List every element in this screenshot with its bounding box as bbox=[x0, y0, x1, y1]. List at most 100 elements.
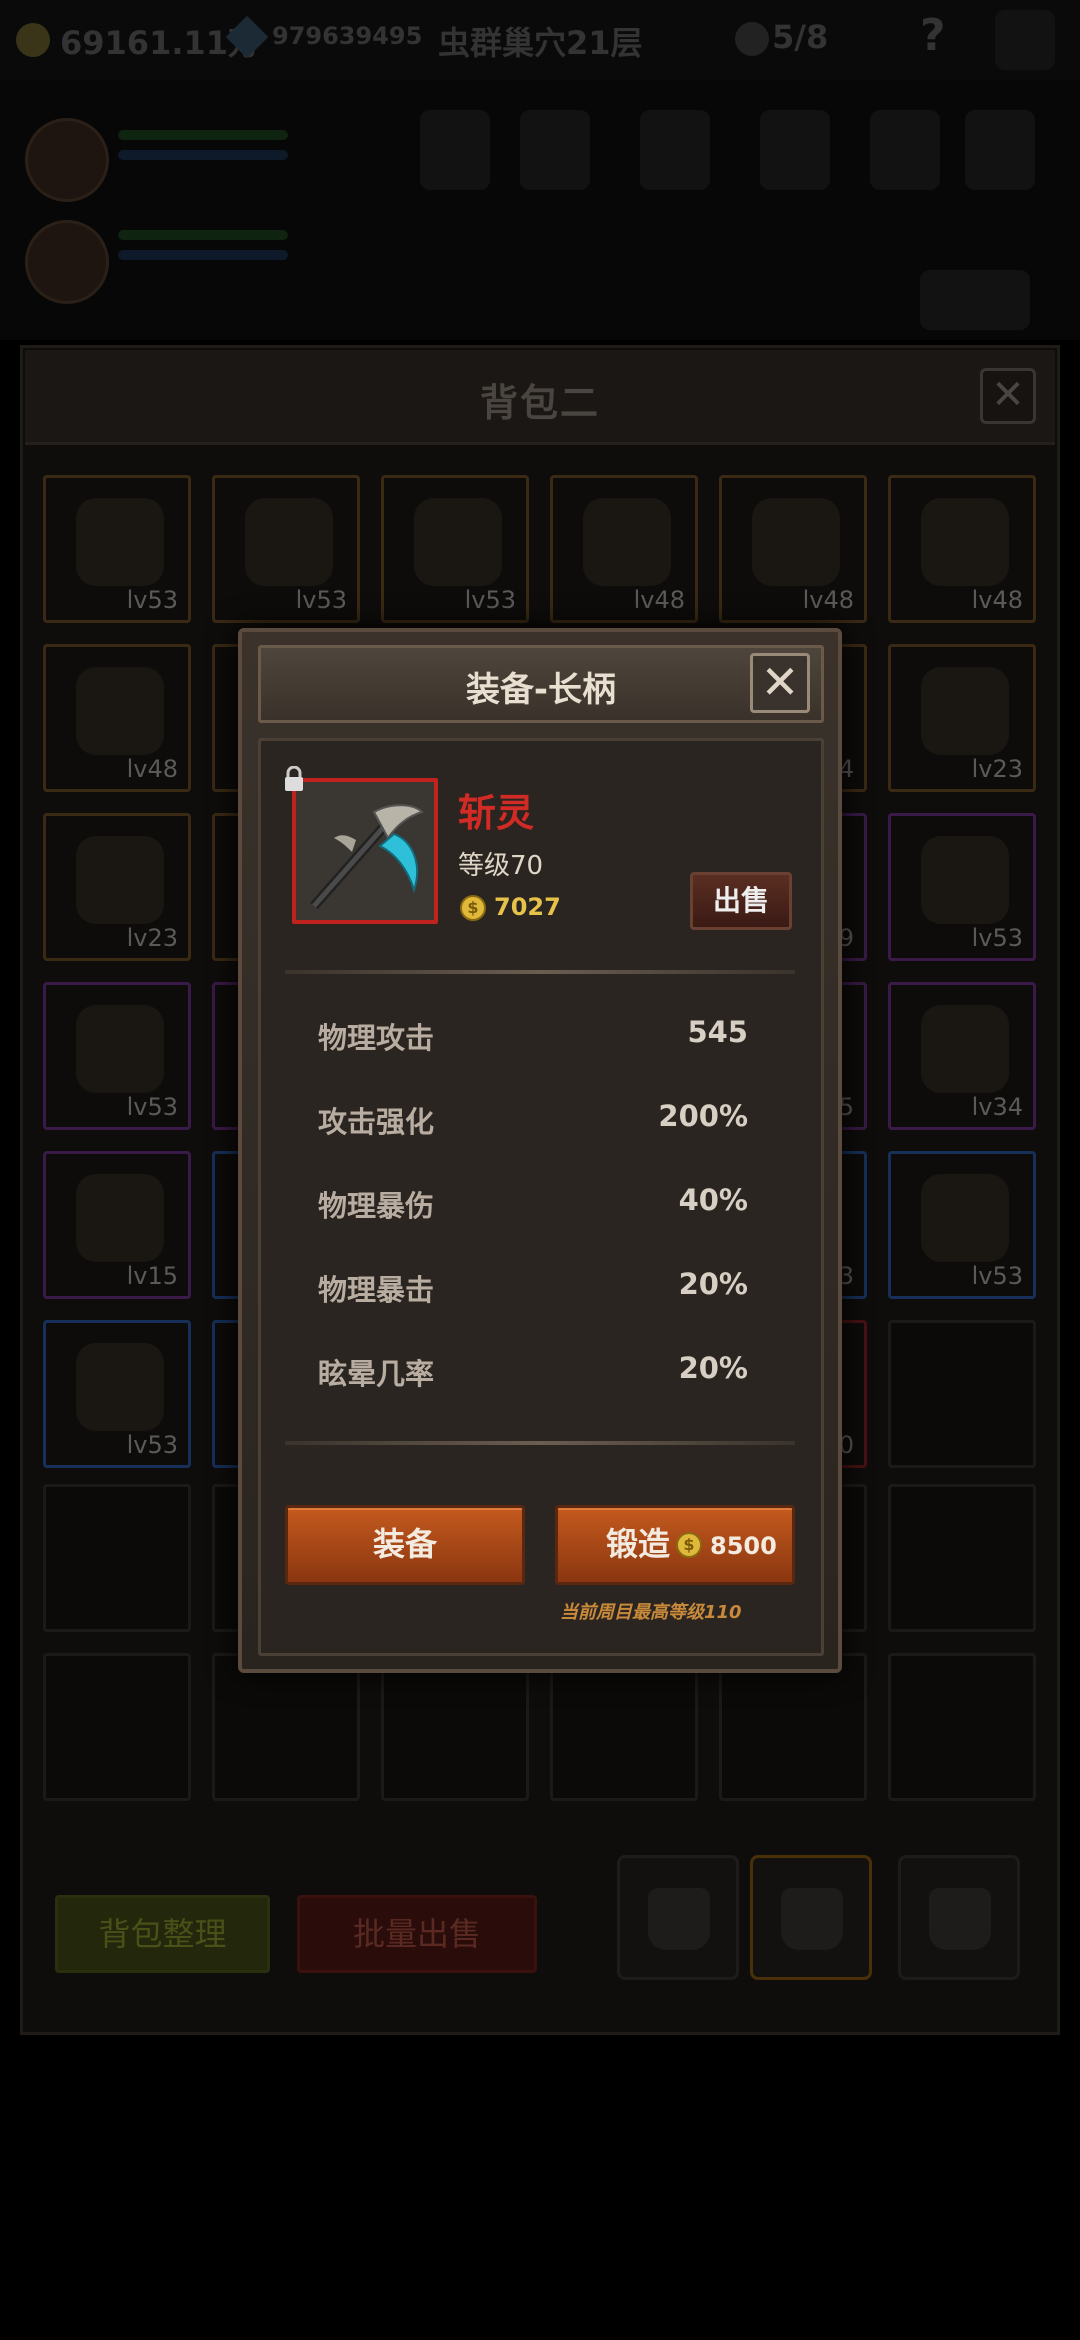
backpack-tab-2[interactable] bbox=[750, 1855, 872, 1980]
gold-coin-icon: $ bbox=[460, 895, 486, 921]
divider bbox=[285, 970, 795, 974]
equip-slot-icon[interactable] bbox=[520, 110, 590, 190]
item-level-label: lv48 bbox=[126, 755, 178, 783]
equip-slot-icon[interactable] bbox=[640, 110, 710, 190]
hero-portrait-2[interactable] bbox=[25, 220, 109, 304]
item-level-label: lv23 bbox=[971, 755, 1023, 783]
backpack-close-button[interactable]: ✕ bbox=[980, 368, 1036, 424]
forge-cost: 8500 bbox=[710, 1532, 777, 1560]
stage-name: 虫群巢穴21层 bbox=[438, 24, 643, 62]
equipment-icon bbox=[921, 1174, 1009, 1262]
modal-title: 装备-长柄 bbox=[465, 670, 617, 710]
item-name: 斩灵 bbox=[458, 791, 535, 835]
equip-slot-icon[interactable] bbox=[760, 110, 830, 190]
inventory-slot[interactable]: lv23 bbox=[888, 644, 1036, 792]
stat-value: 20% bbox=[678, 1351, 748, 1385]
item-level-label: lv53 bbox=[971, 1262, 1023, 1290]
inventory-slot[interactable]: lv53 bbox=[381, 475, 529, 623]
equip-slot-icon[interactable] bbox=[870, 110, 940, 190]
inventory-slot-empty[interactable] bbox=[888, 1320, 1036, 1468]
inventory-slot[interactable]: lv48 bbox=[43, 644, 191, 792]
sell-button[interactable]: 出售 bbox=[690, 872, 792, 930]
batch-sell-button[interactable]: 批量出售 bbox=[297, 1895, 537, 1973]
inventory-slot[interactable]: lv48 bbox=[719, 475, 867, 623]
item-level-label: lv53 bbox=[464, 586, 516, 614]
help-button[interactable]: ? bbox=[920, 10, 946, 61]
item-icon-frame bbox=[292, 778, 438, 924]
hero-hp-bar bbox=[118, 130, 288, 140]
stat-name: 物理暴伤 bbox=[318, 1189, 435, 1223]
stat-row: 物理暴伤 40% bbox=[318, 1183, 748, 1225]
forge-button[interactable]: 锻造 $ 8500 bbox=[555, 1505, 795, 1585]
stat-name: 眩晕几率 bbox=[318, 1357, 435, 1391]
stat-name: 物理攻击 bbox=[318, 1021, 435, 1055]
backpack-tab-3[interactable] bbox=[898, 1855, 1020, 1980]
inventory-slot-empty[interactable] bbox=[888, 1484, 1036, 1632]
inventory-slot[interactable]: lv53 bbox=[43, 1320, 191, 1468]
hero-hp-bar-2 bbox=[118, 230, 288, 240]
inventory-slot[interactable]: lv23 bbox=[43, 813, 191, 961]
settings-icon[interactable] bbox=[995, 10, 1055, 70]
equipment-icon bbox=[921, 498, 1009, 586]
stat-value: 545 bbox=[687, 1015, 748, 1049]
item-level-label: lv48 bbox=[633, 586, 685, 614]
inventory-slot[interactable]: lv48 bbox=[888, 475, 1036, 623]
item-level-label: lv53 bbox=[126, 586, 178, 614]
backpack-icon bbox=[781, 1888, 843, 1950]
stat-row: 物理暴击 20% bbox=[318, 1267, 748, 1309]
inventory-slot[interactable]: lv48 bbox=[550, 475, 698, 623]
equipment-icon bbox=[921, 1005, 1009, 1093]
inventory-slot[interactable]: lv53 bbox=[212, 475, 360, 623]
stat-name: 物理暴击 bbox=[318, 1273, 435, 1307]
equip-button[interactable]: 装备 bbox=[285, 1505, 525, 1585]
skull-count: 5/8 bbox=[772, 18, 829, 56]
inventory-slot[interactable]: lv53 bbox=[888, 1151, 1036, 1299]
inventory-slot[interactable]: lv53 bbox=[43, 982, 191, 1130]
equipment-icon bbox=[76, 667, 164, 755]
forge-label: 锻造 bbox=[606, 1525, 671, 1563]
inventory-slot-empty[interactable] bbox=[381, 1653, 529, 1801]
inventory-slot[interactable]: lv15 bbox=[43, 1151, 191, 1299]
equipment-icon bbox=[414, 498, 502, 586]
inventory-slot-empty[interactable] bbox=[43, 1653, 191, 1801]
item-level: 等级70 bbox=[458, 851, 544, 881]
hero-area bbox=[0, 80, 1080, 340]
divider bbox=[285, 1441, 795, 1445]
item-level-label: lv15 bbox=[126, 1262, 178, 1290]
backpack-title: 背包二 bbox=[479, 381, 600, 425]
item-level-label: lv53 bbox=[971, 924, 1023, 952]
inventory-slot-empty[interactable] bbox=[43, 1484, 191, 1632]
modal-close-button[interactable]: ✕ bbox=[750, 653, 810, 713]
stat-row: 物理攻击 545 bbox=[318, 1015, 748, 1057]
sort-backpack-button[interactable]: 背包整理 bbox=[55, 1895, 270, 1973]
equipment-icon bbox=[921, 836, 1009, 924]
item-level-label: lv53 bbox=[126, 1093, 178, 1121]
inventory-slot[interactable]: lv34 bbox=[888, 982, 1036, 1130]
inventory-slot-empty[interactable] bbox=[888, 1653, 1036, 1801]
equip-slot-icon[interactable] bbox=[965, 110, 1035, 190]
gold-coin-icon: $ bbox=[676, 1532, 702, 1558]
inventory-slot-empty[interactable] bbox=[550, 1653, 698, 1801]
item-level-label: lv23 bbox=[126, 924, 178, 952]
equipment-icon bbox=[76, 1005, 164, 1093]
stat-name: 攻击强化 bbox=[318, 1105, 435, 1139]
inventory-slot[interactable]: lv53 bbox=[43, 475, 191, 623]
equipment-icon bbox=[76, 1343, 164, 1431]
backpack-icon bbox=[648, 1888, 710, 1950]
equip-slot-icon[interactable] bbox=[420, 110, 490, 190]
inventory-slot-empty[interactable] bbox=[212, 1653, 360, 1801]
equipment-icon bbox=[76, 836, 164, 924]
inventory-slot[interactable]: lv53 bbox=[888, 813, 1036, 961]
equipment-icon bbox=[752, 498, 840, 586]
equipment-icon bbox=[76, 498, 164, 586]
lock-icon[interactable] bbox=[282, 766, 306, 792]
backpack-tab-1[interactable] bbox=[617, 1855, 739, 1980]
top-status-bar: 69161.11万 979639495 虫群巢穴21层 5/8 ? bbox=[0, 0, 1080, 80]
hero-mp-bar-2 bbox=[118, 250, 288, 260]
hero-portrait[interactable] bbox=[25, 118, 109, 202]
equipment-icon bbox=[76, 1174, 164, 1262]
stat-value: 200% bbox=[658, 1099, 748, 1133]
gold-coin-icon bbox=[16, 23, 50, 57]
tent-icon bbox=[920, 270, 1030, 330]
inventory-slot-empty[interactable] bbox=[719, 1653, 867, 1801]
